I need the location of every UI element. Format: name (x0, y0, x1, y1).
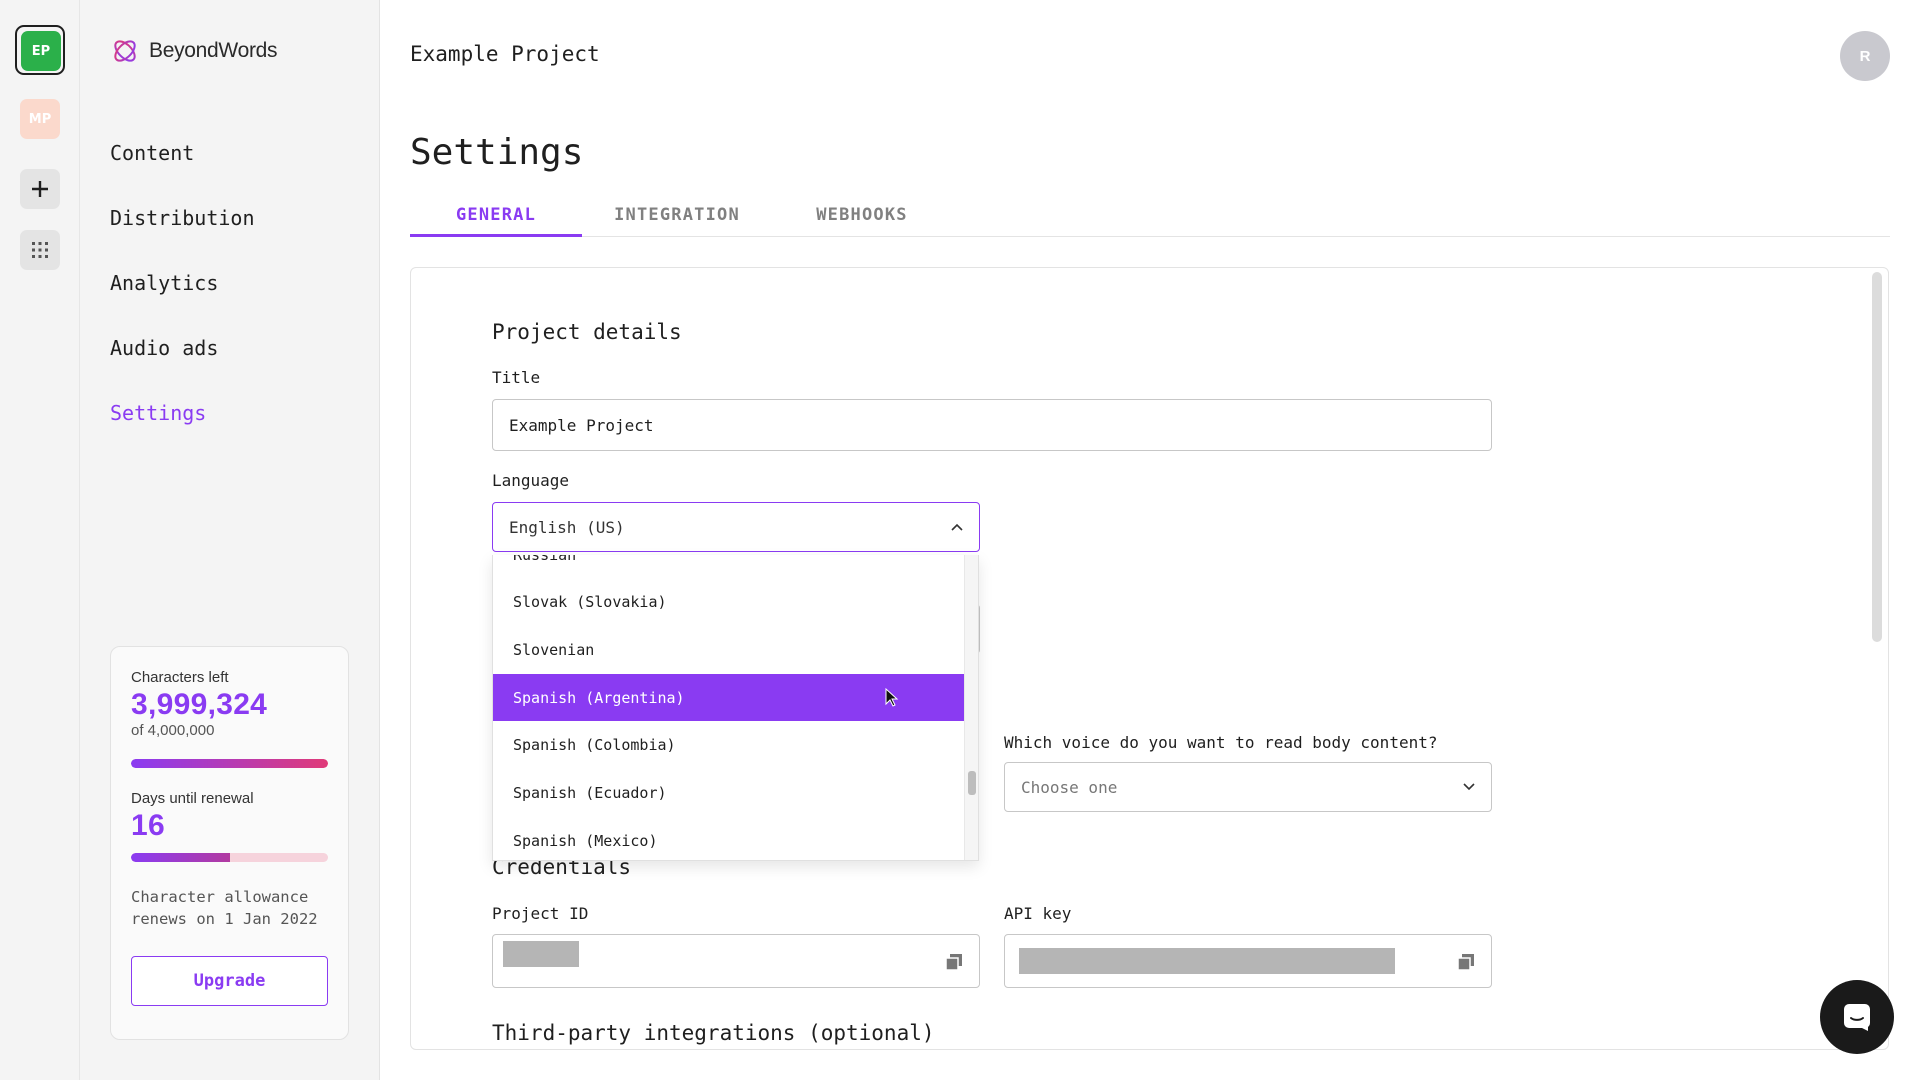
nav-item-settings[interactable]: Settings (110, 380, 255, 445)
characters-total: of 4,000,000 (131, 722, 215, 739)
language-dropdown[interactable]: Russian Slovak (Slovakia) Slovenian Span… (492, 555, 979, 861)
days-renewal-label: Days until renewal (131, 790, 254, 807)
chat-launcher-button[interactable] (1820, 980, 1894, 1054)
project-details-heading: Project details (492, 320, 682, 344)
days-progress-bar (131, 853, 328, 862)
project-switch-ep[interactable]: EP (21, 31, 61, 71)
project-selected-frame: EP (15, 25, 65, 75)
characters-progress-bar (131, 759, 328, 768)
language-option[interactable]: Russian (493, 555, 965, 578)
language-option[interactable]: Spanish (Colombia) (493, 721, 965, 768)
dropdown-scroll-thumb[interactable] (968, 771, 976, 795)
settings-tabs: GENERAL INTEGRATION WEBHOOKS (410, 205, 1890, 237)
tab-general[interactable]: GENERAL (410, 205, 582, 237)
days-renewal-value: 16 (131, 809, 165, 842)
api-key-masked (1019, 948, 1395, 974)
user-avatar[interactable]: R (1840, 31, 1890, 81)
grid-dots-icon (32, 242, 48, 258)
chevron-up-icon (951, 523, 963, 531)
language-option[interactable]: Spanish (Ecuador) (493, 769, 965, 816)
tab-integration[interactable]: INTEGRATION (582, 205, 772, 237)
tab-webhooks[interactable]: WEBHOOKS (772, 205, 952, 237)
nav-item-distribution[interactable]: Distribution (110, 185, 255, 250)
project-id-label: Project ID (492, 904, 589, 923)
language-option[interactable]: Spanish (Mexico) (493, 817, 965, 860)
copy-icon[interactable] (1456, 952, 1476, 972)
api-key-field[interactable] (1004, 934, 1492, 988)
characters-left-value: 3,999,324 (131, 688, 268, 721)
project-id-masked (503, 941, 579, 967)
usage-card: Characters left 3,999,324 of 4,000,000 D… (110, 646, 349, 1040)
characters-left-label: Characters left (131, 669, 229, 686)
plus-icon (32, 181, 48, 197)
brand-logo[interactable]: BeyondWords (110, 36, 278, 66)
panel-scrollbar[interactable] (1872, 272, 1882, 642)
project-title: Example Project (410, 42, 600, 66)
chat-icon (1844, 1004, 1870, 1031)
body-voice-placeholder: Choose one (1021, 777, 1118, 797)
third-party-heading: Third-party integrations (optional) (492, 1021, 935, 1045)
language-select[interactable]: English (US) (492, 502, 980, 552)
language-option[interactable]: Slovak (Slovakia) (493, 578, 965, 625)
add-project-button[interactable] (20, 169, 60, 209)
apps-menu-button[interactable] (20, 230, 60, 270)
dropdown-scrollbar[interactable] (964, 555, 978, 860)
chevron-down-icon (1463, 783, 1475, 791)
body-voice-label: Which voice do you want to read body con… (1004, 733, 1438, 752)
title-input[interactable]: Example Project (492, 399, 1492, 451)
api-key-label: API key (1004, 904, 1072, 923)
renewal-note: Character allowance renews on 1 Jan 2022 (131, 888, 318, 928)
project-id-field[interactable] (492, 934, 980, 988)
characters-progress-fill (131, 759, 328, 768)
nav-menu: Content Distribution Analytics Audio ads… (110, 120, 255, 445)
nav-item-analytics[interactable]: Analytics (110, 250, 255, 315)
mouse-cursor-icon (885, 688, 899, 707)
title-label: Title (492, 368, 541, 387)
nav-item-content[interactable]: Content (110, 120, 255, 185)
body-voice-select[interactable]: Choose one (1004, 762, 1492, 812)
main-area: Example Project R Settings GENERAL INTEG… (380, 0, 1920, 1080)
page-title: Settings (410, 132, 584, 173)
days-progress-fill (131, 853, 230, 862)
copy-icon[interactable] (944, 952, 964, 972)
nav-sidebar: BeyondWords Content Distribution Analyti… (80, 0, 380, 1080)
beyondwords-logo-icon (114, 40, 136, 62)
language-select-value: English (US) (509, 517, 625, 537)
language-label: Language (492, 471, 570, 490)
nav-item-audio-ads[interactable]: Audio ads (110, 315, 255, 380)
upgrade-button[interactable]: Upgrade (131, 956, 328, 1006)
brand-name: BeyondWords (149, 39, 278, 62)
language-option[interactable]: Slovenian (493, 626, 965, 673)
settings-panel: Project details Title Example Project La… (410, 267, 1889, 1050)
project-rail: EP MP (0, 0, 80, 1080)
project-switch-mp[interactable]: MP (20, 99, 60, 139)
